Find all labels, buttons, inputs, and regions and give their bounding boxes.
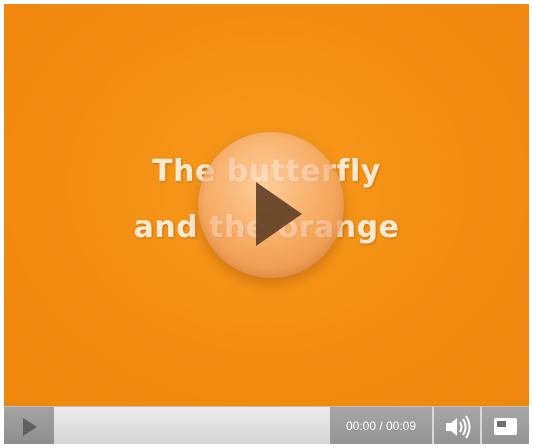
fullscreen-button[interactable]: [482, 407, 529, 444]
play-icon: [23, 418, 37, 436]
progress-bar[interactable]: [54, 407, 330, 444]
play-button[interactable]: [4, 407, 54, 444]
play-icon: [256, 182, 302, 246]
volume-button[interactable]: [434, 407, 480, 444]
fullscreen-icon: [494, 418, 517, 435]
video-player: The butterfly and the orange 00:00 / 00:…: [4, 4, 529, 444]
big-play-button[interactable]: [198, 132, 344, 278]
time-display: 00:00 / 00:09: [330, 407, 432, 444]
video-frame[interactable]: The butterfly and the orange: [4, 4, 529, 406]
control-bar: 00:00 / 00:09: [4, 406, 529, 444]
speaker-icon: [446, 415, 471, 439]
